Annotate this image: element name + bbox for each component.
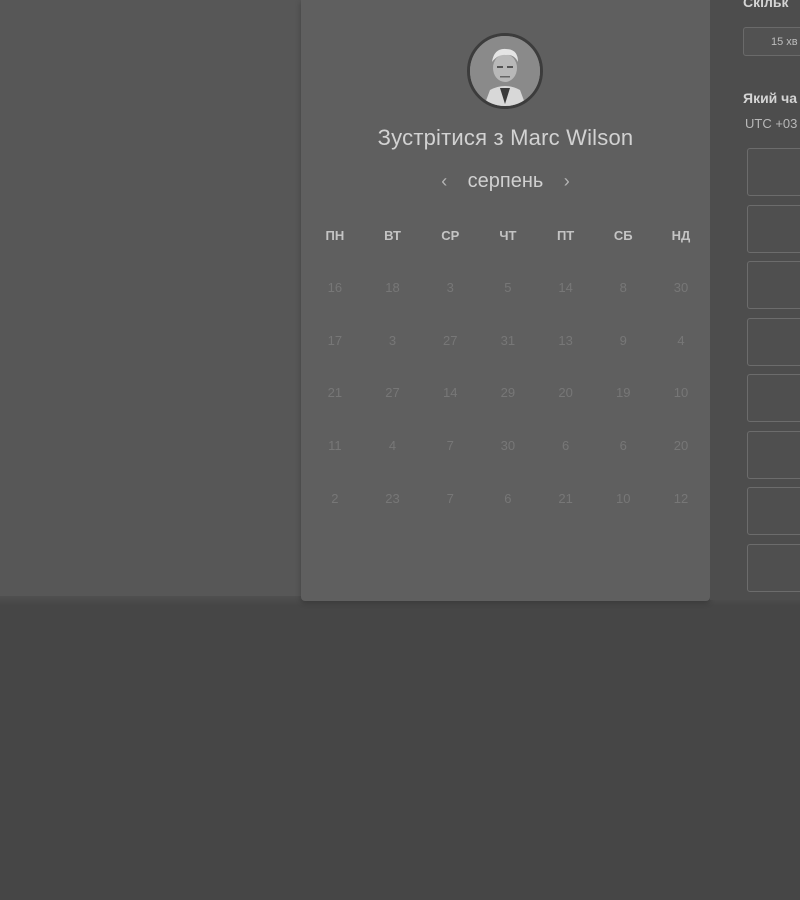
day-cell[interactable]: 10 <box>594 491 652 544</box>
week-row: 2 23 7 6 21 10 12 <box>306 491 710 544</box>
day-cell[interactable]: 21 <box>537 491 595 544</box>
day-cell[interactable]: 18 <box>364 280 422 333</box>
day-cell[interactable]: 23 <box>364 491 422 544</box>
day-grid: 16 18 3 5 14 8 30 17 3 27 31 13 9 4 21 2… <box>306 280 710 543</box>
time-slot-button[interactable] <box>747 205 800 253</box>
day-cell[interactable]: 6 <box>594 438 652 491</box>
time-slot-button[interactable] <box>747 487 800 535</box>
duration-select[interactable]: 15 хв <box>743 27 800 56</box>
time-slot-button[interactable] <box>747 318 800 366</box>
week-row: 11 4 7 30 6 6 20 <box>306 438 710 491</box>
day-cell[interactable]: 12 <box>652 491 710 544</box>
week-row: 21 27 14 29 20 19 10 <box>306 385 710 438</box>
duration-label: Скільк <box>743 0 789 10</box>
day-cell[interactable]: 3 <box>364 333 422 386</box>
weekday-fri: ПТ <box>556 228 575 243</box>
day-cell[interactable]: 27 <box>364 385 422 438</box>
chevron-left-icon[interactable]: ‹ <box>433 171 455 192</box>
time-selection-panel: Скільк 15 хв Який ча UTC +03 <box>710 0 800 600</box>
week-row: 16 18 3 5 14 8 30 <box>306 280 710 333</box>
day-cell[interactable]: 3 <box>421 280 479 333</box>
chevron-right-icon[interactable]: › <box>556 171 578 192</box>
month-navigator: ‹ серпень › <box>301 170 710 198</box>
day-cell[interactable]: 29 <box>479 385 537 438</box>
time-slot-button[interactable] <box>747 374 800 422</box>
day-cell[interactable]: 4 <box>364 438 422 491</box>
day-cell[interactable]: 30 <box>479 438 537 491</box>
day-cell[interactable]: 19 <box>594 385 652 438</box>
month-label: серпень <box>467 170 544 192</box>
day-cell[interactable]: 30 <box>652 280 710 333</box>
time-slot-button[interactable] <box>747 148 800 196</box>
time-label: Який ча <box>743 90 798 106</box>
day-cell[interactable]: 6 <box>479 491 537 544</box>
day-cell[interactable]: 7 <box>421 438 479 491</box>
day-cell[interactable]: 9 <box>594 333 652 386</box>
day-cell[interactable]: 16 <box>306 280 364 333</box>
avatar <box>467 33 543 109</box>
weekday-thu: ЧТ <box>499 228 517 243</box>
booking-page: Зустрітися з Marc Wilson ‹ серпень › ПН … <box>0 0 800 900</box>
calendar-card: Зустрітися з Marc Wilson ‹ серпень › ПН … <box>301 0 710 601</box>
weekday-header: ПН ВТ СР ЧТ ПТ СБ НД <box>306 228 710 243</box>
day-cell[interactable]: 8 <box>594 280 652 333</box>
day-cell[interactable]: 14 <box>421 385 479 438</box>
day-cell[interactable]: 17 <box>306 333 364 386</box>
time-slot-button[interactable] <box>747 431 800 479</box>
weekday-tue: ВТ <box>384 228 401 243</box>
day-cell[interactable]: 21 <box>306 385 364 438</box>
day-cell[interactable]: 27 <box>421 333 479 386</box>
day-cell[interactable]: 14 <box>537 280 595 333</box>
weekday-mon: ПН <box>325 228 345 243</box>
day-cell[interactable]: 10 <box>652 385 710 438</box>
time-slot-button[interactable] <box>747 261 800 309</box>
day-cell[interactable]: 20 <box>652 438 710 491</box>
meeting-title: Зустрітися з Marc Wilson <box>377 125 634 150</box>
week-row: 17 3 27 31 13 9 4 <box>306 333 710 386</box>
person-photo-icon <box>470 36 540 106</box>
day-cell[interactable]: 2 <box>306 491 364 544</box>
weekday-sat: СБ <box>613 228 633 243</box>
time-slot-button[interactable] <box>747 544 800 592</box>
day-cell[interactable]: 13 <box>537 333 595 386</box>
day-cell[interactable]: 5 <box>479 280 537 333</box>
day-cell[interactable]: 31 <box>479 333 537 386</box>
day-cell[interactable]: 4 <box>652 333 710 386</box>
weekday-sun: НД <box>671 228 691 243</box>
day-cell[interactable]: 20 <box>537 385 595 438</box>
day-cell[interactable]: 7 <box>421 491 479 544</box>
timezone-label[interactable]: UTC +03 <box>745 116 797 131</box>
day-cell[interactable]: 11 <box>306 438 364 491</box>
day-cell[interactable]: 6 <box>537 438 595 491</box>
weekday-wed: СР <box>441 228 460 243</box>
